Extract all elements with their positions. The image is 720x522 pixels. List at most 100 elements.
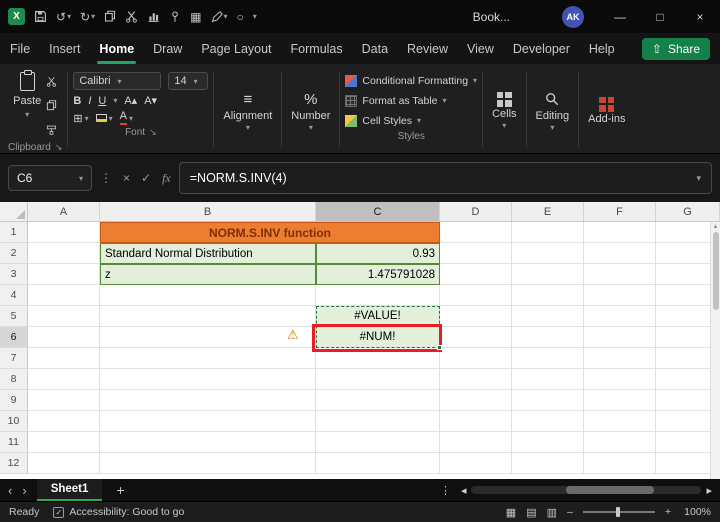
cell-c5[interactable]: #VALUE!: [316, 306, 440, 327]
cell-b1-title[interactable]: NORM.S.INV function: [100, 222, 440, 243]
cell[interactable]: [100, 327, 316, 348]
tab-data[interactable]: Data: [362, 33, 388, 64]
cell[interactable]: [100, 285, 316, 306]
cell[interactable]: [440, 411, 512, 432]
tab-page-layout[interactable]: Page Layout: [201, 33, 271, 64]
cancel-entry-button[interactable]: ×: [123, 171, 130, 185]
cell[interactable]: [28, 306, 100, 327]
pen-icon[interactable]: ▾: [211, 10, 228, 23]
column-header-b[interactable]: B: [100, 202, 316, 221]
fill-color-button[interactable]: ▾: [95, 114, 113, 123]
row-header-4[interactable]: 4: [0, 285, 28, 306]
zoom-in-button[interactable]: +: [665, 506, 671, 518]
clipboard-dialog-launcher[interactable]: ↘: [55, 142, 63, 153]
cell[interactable]: [28, 453, 100, 474]
horizontal-scroll-thumb[interactable]: [566, 486, 655, 494]
cell[interactable]: [28, 264, 100, 285]
alignment-group-button[interactable]: ≡ Alignment ▾: [215, 66, 280, 153]
tab-view[interactable]: View: [467, 33, 494, 64]
cell[interactable]: [316, 285, 440, 306]
horizontal-scroll-track[interactable]: [471, 486, 702, 494]
maximize-button[interactable]: □: [640, 0, 680, 33]
column-header-d[interactable]: D: [440, 202, 512, 221]
cell[interactable]: [28, 369, 100, 390]
cell[interactable]: [100, 432, 316, 453]
scroll-right-icon[interactable]: ▸: [706, 484, 712, 497]
tab-insert[interactable]: Insert: [49, 33, 80, 64]
cell[interactable]: [28, 390, 100, 411]
editing-group-button[interactable]: Editing ▾: [528, 66, 578, 153]
pin-icon[interactable]: [169, 10, 181, 23]
column-header-f[interactable]: F: [584, 202, 656, 221]
cell-b2[interactable]: Standard Normal Distribution: [100, 243, 316, 264]
grow-font-button[interactable]: A▴: [124, 94, 137, 107]
cell[interactable]: [316, 348, 440, 369]
cut-button[interactable]: [46, 74, 57, 92]
cell[interactable]: [440, 453, 512, 474]
copy-button[interactable]: [46, 98, 57, 116]
tab-home[interactable]: Home: [97, 33, 136, 64]
cell[interactable]: [584, 453, 656, 474]
row-header-10[interactable]: 10: [0, 411, 28, 432]
add-sheet-button[interactable]: +: [112, 482, 128, 498]
zoom-out-button[interactable]: –: [567, 506, 573, 518]
cell[interactable]: [512, 243, 584, 264]
tab-draw[interactable]: Draw: [153, 33, 182, 64]
cell[interactable]: [584, 348, 656, 369]
row-header-5[interactable]: 5: [0, 306, 28, 327]
name-box[interactable]: C6 ▾: [8, 165, 92, 191]
shrink-font-button[interactable]: A▾: [144, 94, 157, 107]
tab-help[interactable]: Help: [589, 33, 615, 64]
cell[interactable]: [316, 390, 440, 411]
cell[interactable]: [512, 285, 584, 306]
cell[interactable]: [512, 432, 584, 453]
cells-group-button[interactable]: Cells ▾: [484, 66, 524, 153]
cut-icon[interactable]: [125, 10, 138, 23]
tab-developer[interactable]: Developer: [513, 33, 570, 64]
cell[interactable]: [512, 306, 584, 327]
font-color-button[interactable]: A ▾: [119, 111, 133, 125]
redo-button[interactable]: ↻ ▾: [80, 10, 95, 24]
minimize-button[interactable]: —: [600, 0, 640, 33]
scroll-left-icon[interactable]: ◂: [461, 484, 467, 497]
addins-button[interactable]: Add-ins: [580, 66, 633, 153]
cell[interactable]: [512, 390, 584, 411]
cell[interactable]: [584, 264, 656, 285]
cell[interactable]: [440, 222, 512, 243]
chart-icon[interactable]: [147, 10, 160, 23]
zoom-level[interactable]: 100%: [681, 506, 711, 518]
row-header-2[interactable]: 2: [0, 243, 28, 264]
cell[interactable]: [440, 327, 512, 348]
column-header-g[interactable]: G: [656, 202, 720, 221]
page-layout-view-button[interactable]: ▤: [526, 506, 536, 519]
scroll-up-icon[interactable]: ▲: [713, 222, 719, 232]
zoom-slider[interactable]: [582, 507, 655, 517]
row-header-6[interactable]: 6: [0, 327, 28, 348]
table-icon[interactable]: ▦: [190, 10, 201, 24]
underline-button[interactable]: U: [98, 95, 106, 107]
cell[interactable]: [28, 285, 100, 306]
cell[interactable]: [584, 411, 656, 432]
error-warning-icon[interactable]: ⚠: [287, 328, 299, 341]
formula-input[interactable]: =NORM.S.INV(4) ▾: [178, 162, 712, 194]
cell[interactable]: [316, 453, 440, 474]
row-header-9[interactable]: 9: [0, 390, 28, 411]
row-header-11[interactable]: 11: [0, 432, 28, 453]
borders-button[interactable]: ⊞ ▾: [73, 112, 88, 125]
record-icon[interactable]: ○: [237, 10, 244, 24]
cell[interactable]: [512, 453, 584, 474]
cell[interactable]: [584, 327, 656, 348]
cell[interactable]: [28, 243, 100, 264]
cell[interactable]: [440, 285, 512, 306]
insert-function-button[interactable]: fx: [162, 171, 171, 186]
cell[interactable]: [584, 432, 656, 453]
vertical-scroll-thumb[interactable]: [712, 232, 719, 310]
copy-icon[interactable]: [104, 10, 116, 23]
cell-c6-selected[interactable]: #NUM!: [316, 327, 440, 348]
row-header-3[interactable]: 3: [0, 264, 28, 285]
cell[interactable]: [28, 432, 100, 453]
cell[interactable]: [100, 411, 316, 432]
sheet-tab-sheet1[interactable]: Sheet1: [36, 479, 103, 501]
cell[interactable]: [100, 306, 316, 327]
column-header-c[interactable]: C: [316, 202, 440, 221]
